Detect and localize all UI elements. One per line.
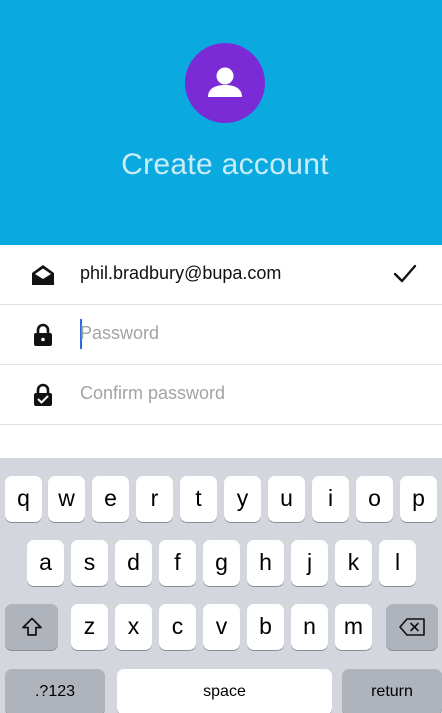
key-a[interactable]: a xyxy=(27,540,64,586)
shift-icon xyxy=(21,617,42,636)
shift-key[interactable] xyxy=(5,604,58,650)
email-field[interactable]: phil.bradbury@bupa.com xyxy=(80,263,281,284)
key-z[interactable]: z xyxy=(71,604,108,650)
person-icon xyxy=(208,67,242,97)
key-y[interactable]: y xyxy=(224,476,261,522)
lock-check-icon xyxy=(30,382,56,408)
key-o[interactable]: o xyxy=(356,476,393,522)
key-x[interactable]: x xyxy=(115,604,152,650)
header: Create account xyxy=(0,0,442,245)
space-key[interactable]: space xyxy=(117,669,332,713)
create-account-screen: Create account phil.bradbury@bupa.com Pa… xyxy=(0,0,442,713)
key-s[interactable]: s xyxy=(71,540,108,586)
delete-key[interactable] xyxy=(386,604,438,650)
backspace-icon xyxy=(399,618,425,636)
avatar xyxy=(185,43,265,123)
page-title: Create account xyxy=(121,148,329,181)
key-m[interactable]: m xyxy=(335,604,372,650)
key-n[interactable]: n xyxy=(291,604,328,650)
key-g[interactable]: g xyxy=(203,540,240,586)
confirm-password-field[interactable]: Confirm password xyxy=(80,383,225,404)
key-d[interactable]: d xyxy=(115,540,152,586)
password-field[interactable]: Password xyxy=(80,323,159,344)
key-u[interactable]: u xyxy=(268,476,305,522)
key-b[interactable]: b xyxy=(247,604,284,650)
key-l[interactable]: l xyxy=(379,540,416,586)
key-w[interactable]: w xyxy=(48,476,85,522)
confirm-password-row[interactable]: Confirm password xyxy=(0,365,442,425)
password-row[interactable]: Password xyxy=(0,305,442,365)
key-j[interactable]: j xyxy=(291,540,328,586)
key-i[interactable]: i xyxy=(312,476,349,522)
return-key[interactable]: return xyxy=(342,669,442,713)
key-v[interactable]: v xyxy=(203,604,240,650)
key-f[interactable]: f xyxy=(159,540,196,586)
lock-icon xyxy=(30,322,56,348)
checkmark-icon xyxy=(392,261,418,287)
key-e[interactable]: e xyxy=(92,476,129,522)
key-t[interactable]: t xyxy=(180,476,217,522)
signup-form: phil.bradbury@bupa.com Password Confirm … xyxy=(0,245,442,425)
on-screen-keyboard: q w e r t y u i o p a s d f g h j k l z … xyxy=(0,458,442,713)
key-k[interactable]: k xyxy=(335,540,372,586)
key-q[interactable]: q xyxy=(5,476,42,522)
key-p[interactable]: p xyxy=(400,476,437,522)
numbers-key[interactable]: .?123 xyxy=(5,669,105,713)
email-row[interactable]: phil.bradbury@bupa.com xyxy=(0,245,442,305)
key-h[interactable]: h xyxy=(247,540,284,586)
envelope-open-icon xyxy=(30,262,56,288)
key-c[interactable]: c xyxy=(159,604,196,650)
key-r[interactable]: r xyxy=(136,476,173,522)
